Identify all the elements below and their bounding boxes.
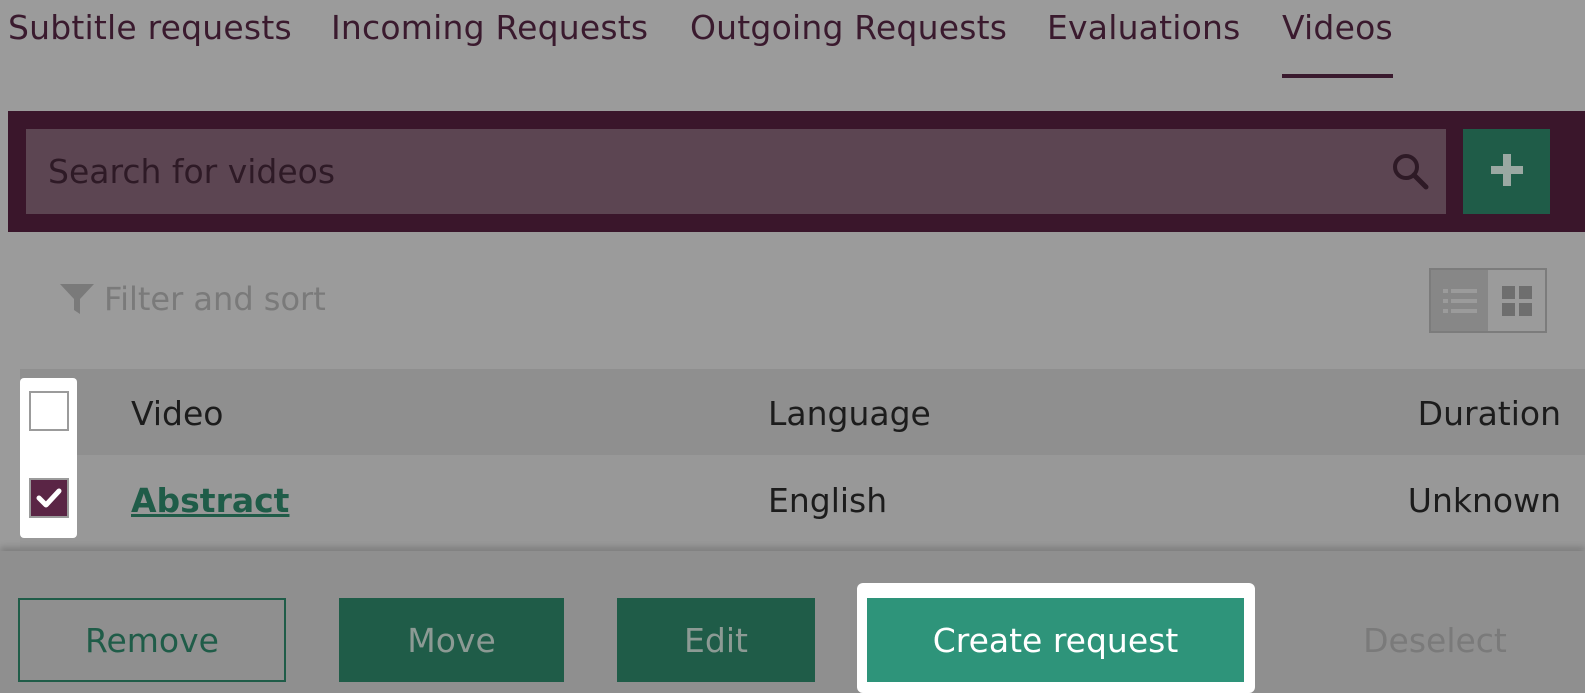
remove-button[interactable]: Remove (18, 598, 286, 682)
filter-sort-toggle[interactable]: Filter and sort (58, 278, 326, 320)
edit-button[interactable]: Edit (617, 598, 815, 682)
tab-videos[interactable]: Videos (1282, 8, 1393, 78)
checkmark-icon (36, 488, 62, 508)
create-request-button[interactable]: Create request (867, 598, 1244, 682)
header-video: Video (131, 394, 224, 433)
view-toggle (1429, 268, 1547, 333)
header-duration: Duration (1417, 394, 1561, 433)
tab-subtitle-requests[interactable]: Subtitle requests (8, 8, 292, 47)
search-bar (8, 111, 1585, 232)
header-language: Language (768, 394, 931, 433)
row-checkbox[interactable] (29, 478, 69, 518)
tab-evaluations[interactable]: Evaluations (1047, 8, 1241, 47)
video-duration: Unknown (1407, 481, 1561, 520)
search-input[interactable] (26, 129, 1446, 214)
tab-outgoing-requests[interactable]: Outgoing Requests (690, 8, 1007, 47)
tab-bar: Subtitle requests Incoming Requests Outg… (0, 0, 1585, 80)
select-all-checkbox[interactable] (29, 391, 69, 431)
tab-incoming-requests[interactable]: Incoming Requests (331, 8, 648, 47)
plus-icon (1490, 154, 1523, 186)
list-view-icon (1442, 288, 1477, 313)
video-title-link[interactable]: Abstract (131, 481, 289, 520)
filter-icon (60, 284, 94, 314)
filter-label: Filter and sort (104, 280, 326, 318)
deselect-button[interactable]: Deselect (1345, 598, 1525, 682)
list-view-button[interactable] (1431, 270, 1488, 331)
move-button[interactable]: Move (339, 598, 564, 682)
grid-view-icon (1501, 285, 1532, 316)
search-icon[interactable] (1390, 151, 1430, 191)
add-video-button[interactable] (1463, 129, 1550, 214)
video-language: English (768, 481, 888, 520)
grid-view-button[interactable] (1488, 270, 1545, 331)
